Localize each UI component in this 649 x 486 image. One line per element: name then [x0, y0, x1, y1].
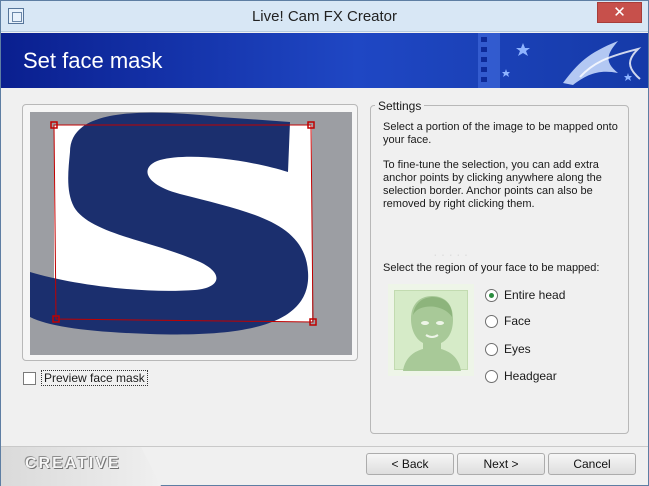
watermark: ·····	[433, 246, 472, 262]
face-region-thumbnail	[388, 284, 474, 376]
creative-logo: CREATIVE	[25, 455, 121, 472]
entire-head-radio[interactable]	[485, 288, 498, 302]
option-eyes[interactable]: Eyes	[485, 341, 531, 357]
instructions-text: Select a portion of the image to be mapp…	[383, 121, 618, 146]
headgear-label[interactable]: Headgear	[504, 369, 557, 383]
preview-face-mask-checkbox[interactable]	[23, 371, 36, 385]
region-label: Select the region of your face to be map…	[383, 262, 600, 274]
option-face[interactable]: Face	[485, 313, 531, 329]
entire-head-label[interactable]: Entire head	[504, 288, 565, 302]
headgear-radio[interactable]	[485, 369, 498, 383]
window-title: Live! Cam FX Creator	[251, 8, 398, 25]
mask-preview-canvas[interactable]	[30, 112, 352, 355]
wizard-header: Set face mask	[1, 33, 648, 88]
preview-face-mask-option[interactable]: Preview face mask	[23, 370, 148, 386]
eyes-radio[interactable]	[485, 342, 498, 356]
eyes-label[interactable]: Eyes	[504, 342, 531, 356]
face-silhouette-icon	[403, 296, 461, 371]
back-button[interactable]: < Back	[366, 453, 454, 475]
preview-face-mask-label[interactable]: Preview face mask	[41, 370, 148, 386]
header-decoration-icon	[478, 33, 642, 88]
next-button[interactable]: Next >	[457, 453, 545, 475]
footer-divider	[1, 446, 648, 447]
fine-tune-text: To fine-tune the selection, you can add …	[383, 159, 602, 210]
face-label[interactable]: Face	[504, 314, 531, 328]
option-headgear[interactable]: Headgear	[485, 368, 557, 384]
page-title: Set face mask	[23, 48, 163, 73]
close-button[interactable]: ✕	[597, 2, 642, 23]
option-entire-head[interactable]: Entire head	[485, 287, 565, 303]
dialog-window: Live! Cam FX Creator ✕ Set face mask Pre…	[0, 0, 649, 486]
face-radio[interactable]	[485, 314, 498, 328]
cancel-button[interactable]: Cancel	[548, 453, 636, 475]
settings-legend: Settings	[375, 99, 425, 113]
title-bar[interactable]: Live! Cam FX Creator ✕	[1, 1, 648, 32]
